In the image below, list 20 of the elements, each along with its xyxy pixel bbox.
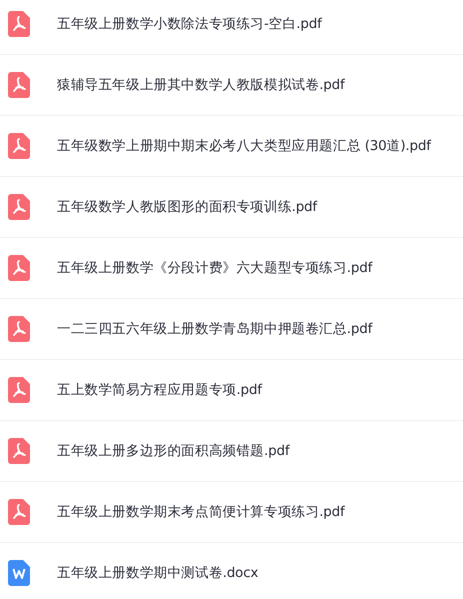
pdf-file-icon (8, 377, 30, 403)
pdf-file-icon (8, 255, 30, 281)
file-name[interactable]: 五年级上册数学《分段计费》六大题型专项练习.pdf (57, 259, 372, 277)
file-name[interactable]: 五年级上册多边形的面积高频错题.pdf (57, 442, 290, 460)
file-name[interactable]: 五年级数学上册期中期末必考八大类型应用题汇总 (30道).pdf (57, 137, 431, 155)
file-name[interactable]: 五年级上册数学小数除法专项练习-空白.pdf (57, 15, 322, 33)
pdf-file-icon (8, 316, 30, 342)
file-name[interactable]: 五年级数学人教版图形的面积专项训练.pdf (57, 198, 317, 216)
pdf-file-icon (8, 72, 30, 98)
pdf-file-icon (8, 438, 30, 464)
pdf-file-icon (8, 11, 30, 37)
word-file-icon (8, 560, 30, 586)
file-name[interactable]: 猿辅导五年级上册其中数学人教版模拟试卷.pdf (57, 76, 345, 94)
pdf-file-icon (8, 499, 30, 525)
file-name[interactable]: 五上数学简易方程应用题专项.pdf (57, 381, 262, 399)
pdf-file-icon (8, 133, 30, 159)
file-name[interactable]: 一二三四五六年级上册数学青岛期中押题卷汇总.pdf (57, 320, 372, 338)
file-name[interactable]: 五年级上册数学期末考点简便计算专项练习.pdf (57, 503, 345, 521)
file-name[interactable]: 五年级上册数学期中测试卷.docx (57, 564, 258, 582)
pdf-file-icon (8, 194, 30, 220)
